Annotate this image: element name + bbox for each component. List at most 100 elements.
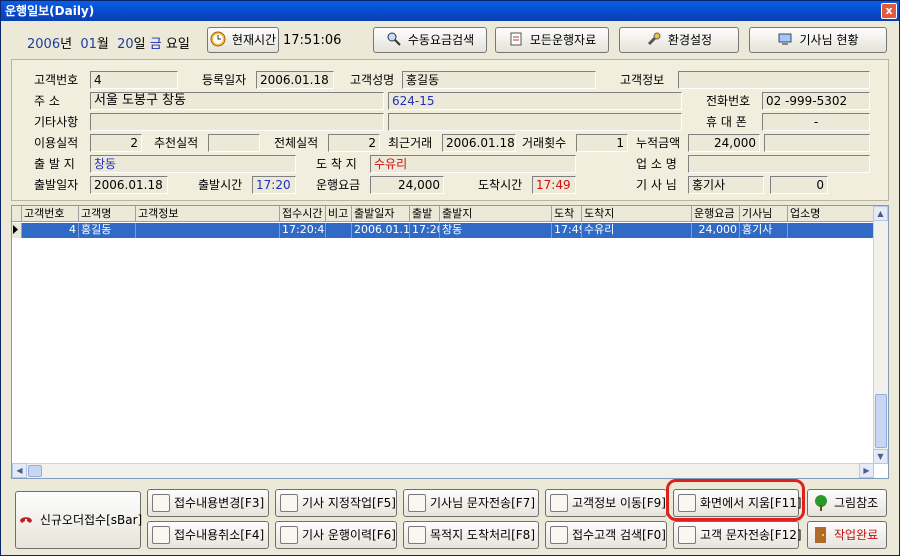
date-display: 2006년 01월 20일 금 요일 — [27, 33, 190, 52]
depart-time-label: 출발시간 — [198, 178, 243, 192]
customer-name-field[interactable]: 홍길동 — [402, 71, 596, 89]
cell-dest: 수유리 — [582, 223, 692, 238]
finish-button[interactable]: 작업완료 — [807, 521, 887, 549]
date-day: 20 — [117, 37, 134, 52]
driver-sms-button[interactable]: 기사님 문자전송[F7] — [403, 489, 539, 517]
cancel-receipt-button[interactable]: 접수내용취소[F4] — [147, 521, 269, 549]
grid-col-header[interactable]: 도착 — [552, 206, 582, 222]
table-row[interactable]: 4 홍길동 17:20:44 2006.01.18 17:20 창동 17:49… — [22, 223, 874, 238]
grid-col-header[interactable]: 출발 — [410, 206, 440, 222]
customer-no-field[interactable]: 4 — [90, 71, 178, 89]
depart-date-field[interactable]: 2006.01.18 — [90, 176, 168, 194]
new-order-button[interactable]: 신규오더접수[sBar] — [15, 491, 142, 549]
month-unit: 월 — [96, 37, 109, 52]
usage-field[interactable]: 2 — [90, 134, 142, 152]
driver-status-button[interactable]: 기사님 현황 — [749, 27, 887, 53]
move-customer-label: 고객정보 이동[F9] — [572, 496, 666, 510]
assign-driver-button[interactable]: 기사 지정작업[F5] — [275, 489, 397, 517]
grid-col-header[interactable]: 고객명 — [79, 206, 136, 222]
all-trip-data-button[interactable]: 모든운행자료 — [495, 27, 609, 53]
cell-customer-no: 4 — [22, 223, 79, 238]
address-label: 주 소 — [34, 94, 60, 108]
driver-status-label: 기사님 현황 — [799, 33, 859, 47]
manual-fare-search-button[interactable]: 수동요금검색 — [373, 27, 487, 53]
fare-field[interactable]: 24,000 — [370, 176, 444, 194]
usage-label: 이용실적 — [34, 136, 79, 150]
horizontal-scrollbar[interactable]: ◀ ▶ — [12, 463, 874, 478]
referral-field[interactable] — [208, 134, 260, 152]
phone-field[interactable]: 02 -999-5302 — [762, 92, 870, 110]
business-field[interactable] — [688, 155, 870, 173]
grid-col-header[interactable]: 접수시간 — [280, 206, 326, 222]
trade-count-label: 거래횟수 — [522, 136, 567, 150]
window-title: 운행일보(Daily) — [5, 4, 95, 18]
row-selector[interactable] — [12, 223, 22, 238]
message-icon — [678, 526, 696, 544]
title-bar: 운행일보(Daily) x — [1, 1, 899, 21]
picture-ref-button[interactable]: 그림참조 — [807, 489, 887, 517]
cell-fare: 24,000 — [692, 223, 740, 238]
cumulative-field[interactable]: 24,000 — [688, 134, 760, 152]
search-icon — [387, 32, 401, 46]
customer-info-field[interactable] — [678, 71, 870, 89]
recent-field[interactable]: 2006.01.18 — [442, 134, 516, 152]
arrive-time-field[interactable]: 17:49 — [532, 176, 576, 194]
origin-field[interactable]: 창동 — [90, 155, 296, 173]
driver-count-field[interactable]: 0 — [770, 176, 828, 194]
current-time-button[interactable]: 현재시간 — [207, 27, 279, 53]
settings-button[interactable]: 환경설정 — [619, 27, 739, 53]
recent-label: 최근거래 — [388, 136, 433, 150]
arrive-time-label: 도착시간 — [478, 178, 523, 192]
mobile-field[interactable]: - — [762, 113, 870, 131]
weekday-unit: 요일 — [165, 37, 190, 52]
total-field[interactable]: 2 — [328, 134, 380, 152]
grid-col-header[interactable]: 고객번호 — [22, 206, 79, 222]
grid-col-header[interactable]: 기사님 — [740, 206, 788, 222]
scroll-up-icon[interactable]: ▲ — [873, 206, 888, 221]
edit-receipt-button[interactable]: 접수내용변경[F3] — [147, 489, 269, 517]
all-trip-data-label: 모든운행자료 — [529, 33, 597, 47]
scroll-right-icon[interactable]: ▶ — [859, 463, 874, 478]
arrival-icon — [408, 526, 426, 544]
cumulative-extra-field[interactable] — [764, 134, 870, 152]
scroll-left-icon[interactable]: ◀ — [12, 463, 27, 478]
edit-icon — [152, 494, 170, 512]
message-icon — [408, 494, 426, 512]
close-button[interactable]: x — [881, 3, 897, 19]
address1-field[interactable]: 서울 도봉구 창동 — [90, 92, 384, 110]
grid-col-header[interactable]: 출발일자 — [352, 206, 410, 222]
driver-sms-label: 기사님 문자전송[F7] — [430, 496, 535, 510]
driver-field[interactable]: 홍기사 — [688, 176, 764, 194]
other-label: 기타사항 — [34, 115, 79, 129]
other-field[interactable] — [90, 113, 384, 131]
year-unit: 년 — [60, 37, 73, 52]
grid-col-header[interactable]: 비고 — [326, 206, 352, 222]
grid-col-header[interactable]: 업소명 — [788, 206, 874, 222]
dest-arrival-button[interactable]: 목적지 도착처리[F8] — [403, 521, 539, 549]
scroll-down-icon[interactable]: ▼ — [873, 449, 888, 464]
customer-sms-button[interactable]: 고객 문자전송[F12] — [673, 521, 802, 549]
reg-date-field[interactable]: 2006.01.18 — [256, 71, 334, 89]
dest-arrival-label: 목적지 도착처리[F8] — [430, 528, 535, 542]
current-time-label: 현재시간 — [231, 33, 277, 47]
vertical-scrollbar[interactable]: ▲ ▼ — [873, 206, 888, 464]
search-customer-button[interactable]: 접수고객 검색[F0] — [545, 521, 667, 549]
address2-field[interactable]: 624-15 — [388, 92, 682, 110]
other2-field[interactable] — [388, 113, 682, 131]
trade-count-field[interactable]: 1 — [576, 134, 628, 152]
phone-label: 전화번호 — [706, 94, 751, 108]
depart-time-field[interactable]: 17:20 — [252, 176, 296, 194]
grid-col-header[interactable]: 운행요금 — [692, 206, 740, 222]
horizontal-scroll-thumb[interactable] — [28, 465, 42, 477]
cell-customer-name: 홍길동 — [79, 223, 136, 238]
toolbar: 2006년 01월 20일 금 요일 현재시간 17:51:06 수동요금검색 … — [1, 27, 900, 57]
grid-col-header[interactable]: 고객정보 — [136, 206, 280, 222]
grid-col-header[interactable]: 도착지 — [582, 206, 692, 222]
cell-customer-info — [136, 223, 280, 238]
driver-history-button[interactable]: 기사 운행이력[F6] — [275, 521, 397, 549]
grid-col-header[interactable]: 출발지 — [440, 206, 552, 222]
referral-label: 추천실적 — [154, 136, 199, 150]
dest-field[interactable]: 수유리 — [370, 155, 576, 173]
vertical-scroll-thumb[interactable] — [875, 394, 887, 448]
move-customer-button[interactable]: 고객정보 이동[F9] — [545, 489, 667, 517]
